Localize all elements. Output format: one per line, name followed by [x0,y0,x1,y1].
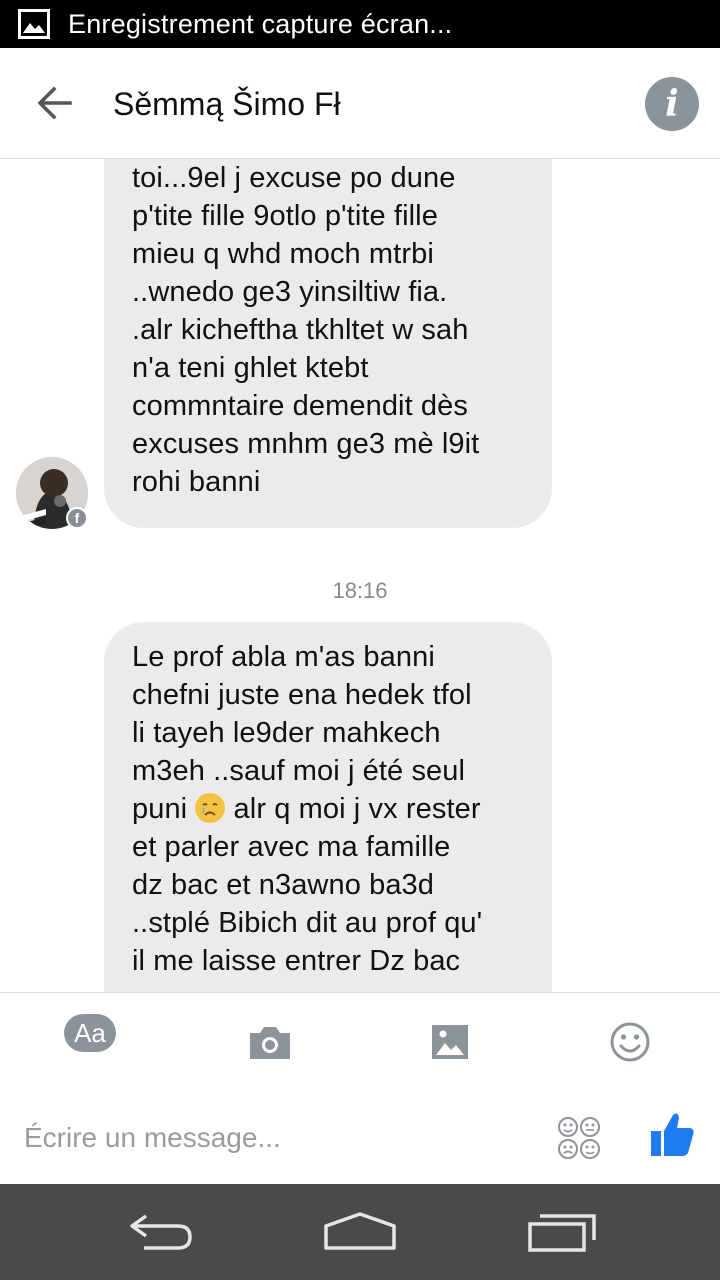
message-list[interactable]: ve.youxmipal seulo excustoi...9el j excu… [0,159,720,992]
message-input[interactable] [24,1113,524,1163]
message-line: ... [132,980,532,992]
conversation-header: Sěmmą Šimo Fł i [0,48,720,159]
info-icon: i [665,83,679,125]
message-text-segment: alr q moi j vx rester [225,793,481,825]
message-line: chefni juste ena hedek tfol [132,679,472,711]
message-timestamp: 18:16 [332,578,388,603]
text-format-button[interactable]: Aa [64,1014,116,1052]
nav-back-icon[interactable] [126,1210,196,1254]
message-line: n'a teni ghlet ktebt [132,352,369,384]
message-line: et parler avec ma famille [132,831,451,863]
message-line: excuses mnhm ge3 mè l9it [132,428,480,460]
message-text: Le prof abla m'as banni chefni juste ena … [132,638,532,992]
message-line: .alr kicheftha tkhltet w sah [132,314,469,346]
message-line: puni alr q moi j vx rester [132,790,532,828]
message-line: li tayeh le9der mahkech [132,717,441,749]
status-notification-text: Enregistrement capture écran... [68,9,453,39]
crying-face-emoji-icon [195,793,226,823]
message-line: dz bac et n3awno ba3d [132,869,434,901]
message-line: p'tite fille 9otlo p'tite fille [132,200,438,232]
message-line: toi...9el j excuse po dune [132,162,456,194]
emoji-icon[interactable] [600,1019,660,1065]
info-button[interactable]: i [645,77,699,131]
message-line: commntaire demendit dès [132,390,468,422]
message-line: Le prof abla m'as banni [132,641,435,673]
back-arrow-icon[interactable] [30,80,80,126]
message-line: ..wnedo ge3 yinsiltiw fia. [132,276,448,308]
message-line: ..stplé Bibich dit au prof qu' [132,907,483,939]
message-text-segment: puni [132,793,196,825]
received-message-bubble[interactable]: ve.youxmipal seulo excustoi...9el j excu… [104,159,552,528]
message-composer: Aa [0,992,720,1185]
image-icon [18,9,50,39]
message-line: rohi banni [132,466,261,498]
navigation-bar [0,1184,720,1280]
message-line: m3eh ..sauf moi j été seul [132,755,466,787]
facebook-badge-icon: f [66,507,88,529]
message-line: mieu q whd moch mtrbi [132,238,434,270]
message-line: il me laisse entrer Dz bac [132,945,461,977]
thumbs-up-icon[interactable] [648,1109,696,1159]
message-text: ve.youxmipal seulo excustoi...9el j excu… [132,159,532,501]
received-message-bubble[interactable]: Le prof abla m'as banni chefni juste ena … [104,622,552,992]
stickers-icon[interactable] [556,1115,602,1161]
contact-name[interactable]: Sěmmą Šimo Fł [113,84,341,124]
gallery-icon[interactable] [420,1019,480,1065]
camera-icon[interactable] [240,1019,300,1065]
nav-home-icon[interactable] [322,1210,398,1254]
nav-recents-icon[interactable] [526,1210,598,1254]
status-bar: Enregistrement capture écran... [0,0,720,48]
